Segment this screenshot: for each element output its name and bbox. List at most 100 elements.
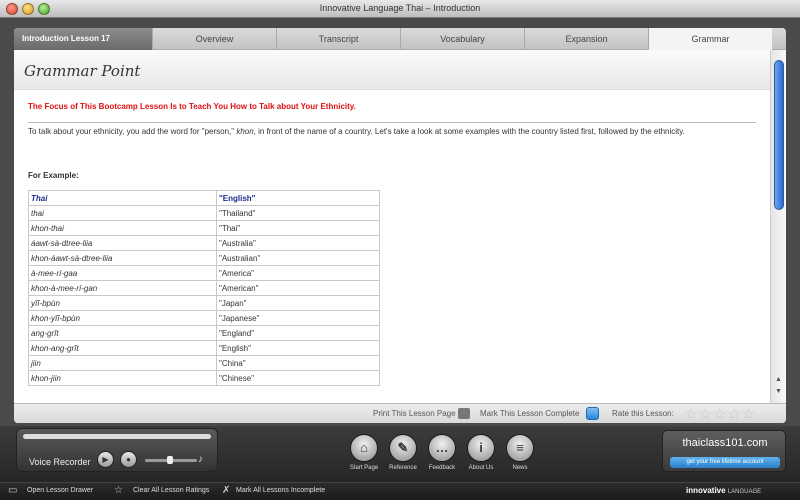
start-page-button[interactable]: ⌂ Start Page [344, 434, 384, 471]
intro-text-end: , in front of the name of a country. Let… [253, 127, 685, 136]
play-button[interactable]: ▶ [97, 451, 114, 468]
table-row: khon-yîî-bpùn "Japanese" [28, 310, 380, 326]
english-cell: "Australian" [216, 250, 380, 266]
lesson-footer: Print This Lesson Page Mark This Lesson … [14, 403, 786, 423]
reference-label: Reference [389, 465, 417, 471]
start-page-label: Start Page [349, 465, 379, 471]
intro-paragraph: To talk about your ethnicity, you add th… [28, 127, 758, 136]
mark-complete-link[interactable]: Mark This Lesson Complete [480, 409, 579, 418]
printer-icon[interactable] [458, 408, 470, 419]
volume-icon: ♪ [198, 454, 203, 465]
table-row: khon-jiin "Chinese" [28, 370, 380, 386]
mark-complete-checkbox[interactable] [586, 407, 599, 420]
logo-main: innovative [686, 486, 726, 495]
control-bar: Voice Recorder ▶ ● ♪ ⌂ Start Page ✎ Refe… [0, 426, 800, 482]
english-cell: "Japan" [216, 295, 380, 311]
star-icon: ☆ [114, 485, 123, 496]
english-cell: "China" [216, 355, 380, 371]
voice-recorder: Voice Recorder ▶ ● ♪ [16, 428, 218, 472]
news-button[interactable]: ≡ News [500, 434, 540, 471]
rate-lesson-label: Rate this Lesson: [612, 409, 674, 418]
thai-cell: ang-grît [28, 325, 217, 341]
about-us-label: About Us [468, 465, 494, 471]
english-cell: "Thailand" [216, 205, 380, 221]
lesson-panel: Introduction Lesson 17 Overview Transcri… [14, 28, 786, 423]
english-cell: "Thai" [216, 220, 380, 236]
open-lesson-drawer-button[interactable]: Open Lesson Drawer [27, 487, 93, 494]
table-row: áawt-sà-dtree-liia "Australia" [28, 235, 380, 251]
tab-transcript[interactable]: Transcript [276, 28, 400, 50]
table-row: jiin "China" [28, 355, 380, 371]
tab-expansion[interactable]: Expansion [524, 28, 648, 50]
tab-grammar[interactable]: Grammar [648, 28, 772, 50]
volume-slider-knob[interactable] [167, 456, 173, 464]
english-cell: "America" [216, 265, 380, 281]
divider [28, 122, 756, 123]
star-rating[interactable]: ☆☆☆☆☆ [684, 405, 756, 423]
table-row: ang-grît "England" [28, 325, 380, 341]
english-cell: "English" [216, 340, 380, 356]
feedback-button[interactable]: … Feedback [422, 434, 462, 471]
intro-text-start: To talk about your ethnicity, you add th… [28, 127, 237, 136]
tab-bar: Introduction Lesson 17 Overview Transcri… [14, 28, 786, 50]
logo-sub: LANGUAGE [727, 489, 762, 495]
tab-vocabulary[interactable]: Vocabulary [400, 28, 524, 50]
status-bar: ▭ Open Lesson Drawer ☆ Clear All Lesson … [0, 482, 800, 500]
thai-cell: khon-yîî-bpùn [28, 310, 217, 326]
thai-cell: à-mee-rí-gaa [28, 265, 217, 281]
clear-ratings-button[interactable]: Clear All Lesson Ratings [133, 487, 209, 494]
record-button[interactable]: ● [120, 451, 137, 468]
table-row: khon-à-mee-rí-gan "American" [28, 280, 380, 296]
lesson-title-tab: Introduction Lesson 17 [14, 28, 152, 50]
thai-cell: khon-à-mee-rí-gan [28, 280, 217, 296]
print-lesson-link[interactable]: Print This Lesson Page [373, 409, 456, 418]
free-account-button[interactable]: get your free lifetime account [670, 457, 780, 468]
lesson-content: Grammar Point The Focus of This Bootcamp… [14, 50, 770, 403]
tab-overview[interactable]: Overview [152, 28, 276, 50]
reference-button[interactable]: ✎ Reference [383, 434, 423, 471]
scroll-up-arrow-icon[interactable]: ▲ [775, 376, 782, 383]
table-row: khon-ang-grît "English" [28, 340, 380, 356]
thai-cell: yîî-bpùn [28, 295, 217, 311]
voice-recorder-label: Voice Recorder [29, 457, 91, 467]
thai-cell: áawt-sà-dtree-liia [28, 235, 217, 251]
table-row: thai "Thailand" [28, 205, 380, 221]
lesson-focus: The Focus of This Bootcamp Lesson Is to … [28, 102, 356, 111]
home-icon: ⌂ [350, 434, 378, 462]
table-row: à-mee-rí-gaa "America" [28, 265, 380, 281]
thai-cell: jiin [28, 355, 217, 371]
about-us-button[interactable]: i About Us [461, 434, 501, 471]
drawer-icon: ▭ [8, 485, 18, 496]
innovative-language-logo: innovative LANGUAGE [686, 486, 761, 495]
window-title: Innovative Language Thai – Introduction [319, 3, 481, 13]
thai-cell: khon-ang-grît [28, 340, 217, 356]
x-mark-icon: ✗ [222, 485, 231, 496]
english-cell: "Chinese" [216, 370, 380, 386]
news-label: News [512, 465, 528, 471]
recorder-progress-bar[interactable] [23, 434, 211, 439]
section-header: Grammar Point [14, 50, 770, 90]
site-name[interactable]: thaiclass101.com [663, 437, 787, 449]
promo-box: thaiclass101.com get your free lifetime … [662, 430, 786, 472]
table-row: khon-thai "Thai" [28, 220, 380, 236]
scrollbar-thumb[interactable] [774, 60, 784, 210]
content-scrollbar[interactable]: ▲ ▼ [770, 50, 786, 403]
intro-keyword: khon [236, 127, 254, 136]
table-row: khon-áawt-sà-dtree-liia "Australian" [28, 250, 380, 266]
feedback-label: Feedback [428, 465, 456, 471]
speech-bubble-icon: … [428, 434, 456, 462]
mark-incomplete-button[interactable]: Mark All Lessons Incomplete [236, 487, 325, 494]
pen-icon: ✎ [389, 434, 417, 462]
english-cell: "American" [216, 280, 380, 296]
column-header-english: "English" [216, 190, 380, 206]
thai-cell: khon-áawt-sà-dtree-liia [28, 250, 217, 266]
scroll-down-arrow-icon[interactable]: ▼ [775, 388, 782, 395]
english-cell: "England" [216, 325, 380, 341]
thai-cell: thai [28, 205, 217, 221]
english-cell: "Japanese" [216, 310, 380, 326]
thai-cell: khon-thai [28, 220, 217, 236]
example-table: Thai "English" thai "Thailand" khon-thai "… [28, 190, 380, 386]
page-title: Grammar Point [24, 62, 141, 80]
column-header-thai: Thai [28, 190, 217, 206]
english-cell: "Australia" [216, 235, 380, 251]
